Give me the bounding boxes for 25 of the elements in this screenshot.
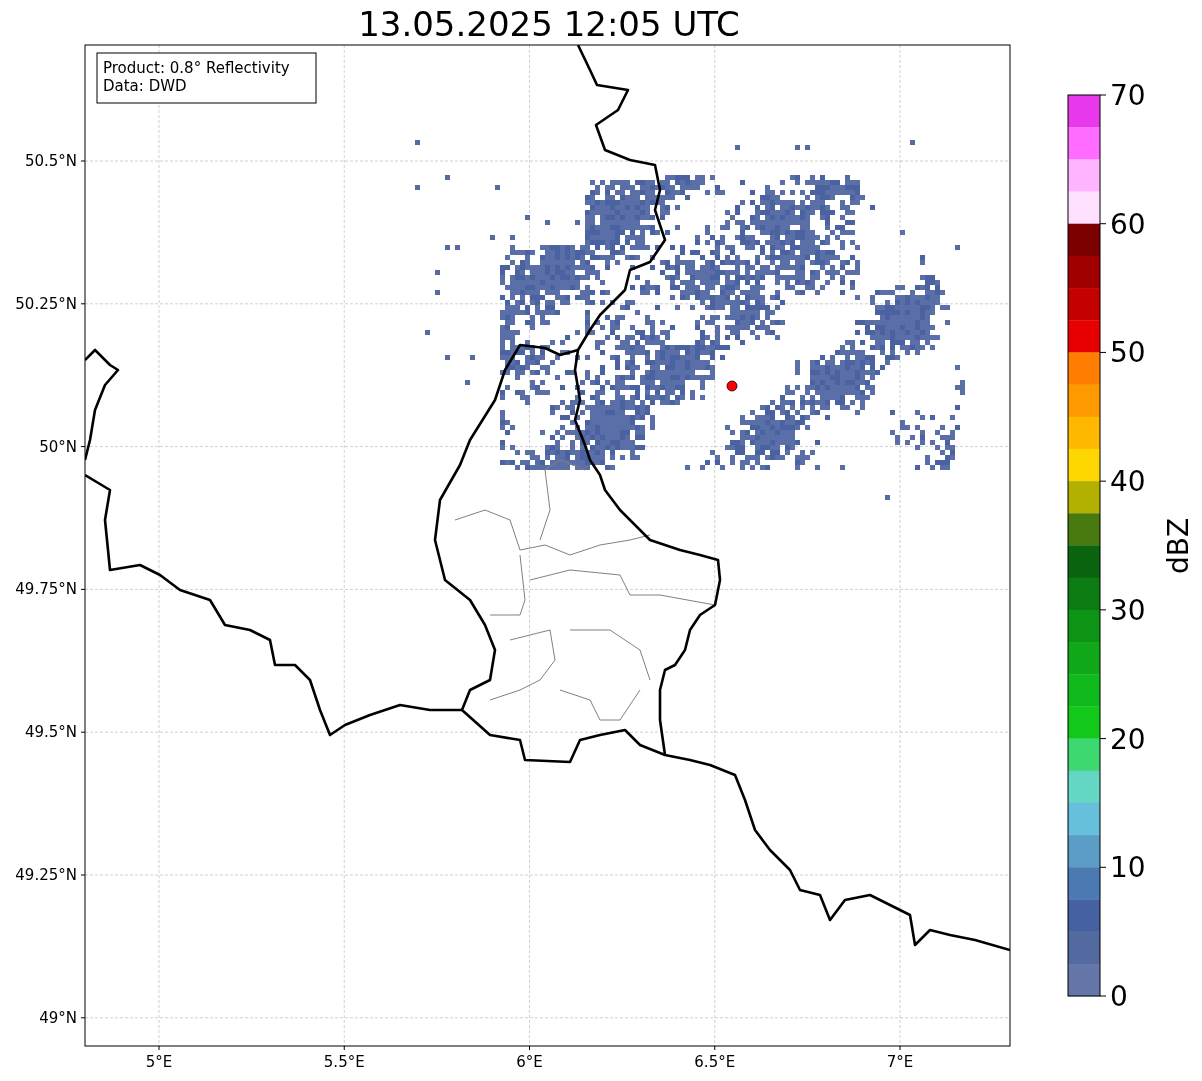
latitude-label: 50.25°N bbox=[15, 294, 77, 313]
info-text: Data: DWD bbox=[103, 77, 187, 95]
latitude-label: 50.5°N bbox=[24, 152, 77, 170]
latitude-label: 50°N bbox=[39, 437, 77, 456]
latitude-label: 49.75°N bbox=[15, 580, 77, 599]
colorbar-tick-label: 60 bbox=[1110, 207, 1146, 241]
colorbar-tick-label: 70 bbox=[1110, 79, 1146, 112]
colorbar-tick-label: 40 bbox=[1110, 465, 1146, 499]
colorbar-tick-label: 0 bbox=[1110, 980, 1128, 1013]
longitude-label: 5°E bbox=[145, 1053, 173, 1071]
longitude-label: 6.5°E bbox=[694, 1053, 736, 1071]
chart-title: 13.05.2025 12:05 UTC bbox=[358, 4, 740, 44]
colorbar-tick-label: 50 bbox=[1110, 336, 1146, 370]
colorbar-tick-label: 10 bbox=[1110, 851, 1146, 885]
latitude-label: 49.25°N bbox=[15, 866, 77, 884]
radar-site-marker bbox=[726, 380, 738, 392]
longitude-label: 5.5°E bbox=[323, 1053, 365, 1071]
colorbar-tick-label: 20 bbox=[1110, 722, 1146, 756]
longitude-label: 6°E bbox=[516, 1053, 543, 1071]
latitude-label: 49°N bbox=[39, 1008, 77, 1027]
colorbar-tick-label: 30 bbox=[1110, 593, 1146, 627]
info-text: Product: 0.8° Reflectivity bbox=[103, 59, 290, 77]
longitude-label: 7°E bbox=[886, 1053, 914, 1071]
colorbar-label: dBZ bbox=[1162, 517, 1195, 575]
latitude-label: 49.5°N bbox=[24, 723, 77, 742]
